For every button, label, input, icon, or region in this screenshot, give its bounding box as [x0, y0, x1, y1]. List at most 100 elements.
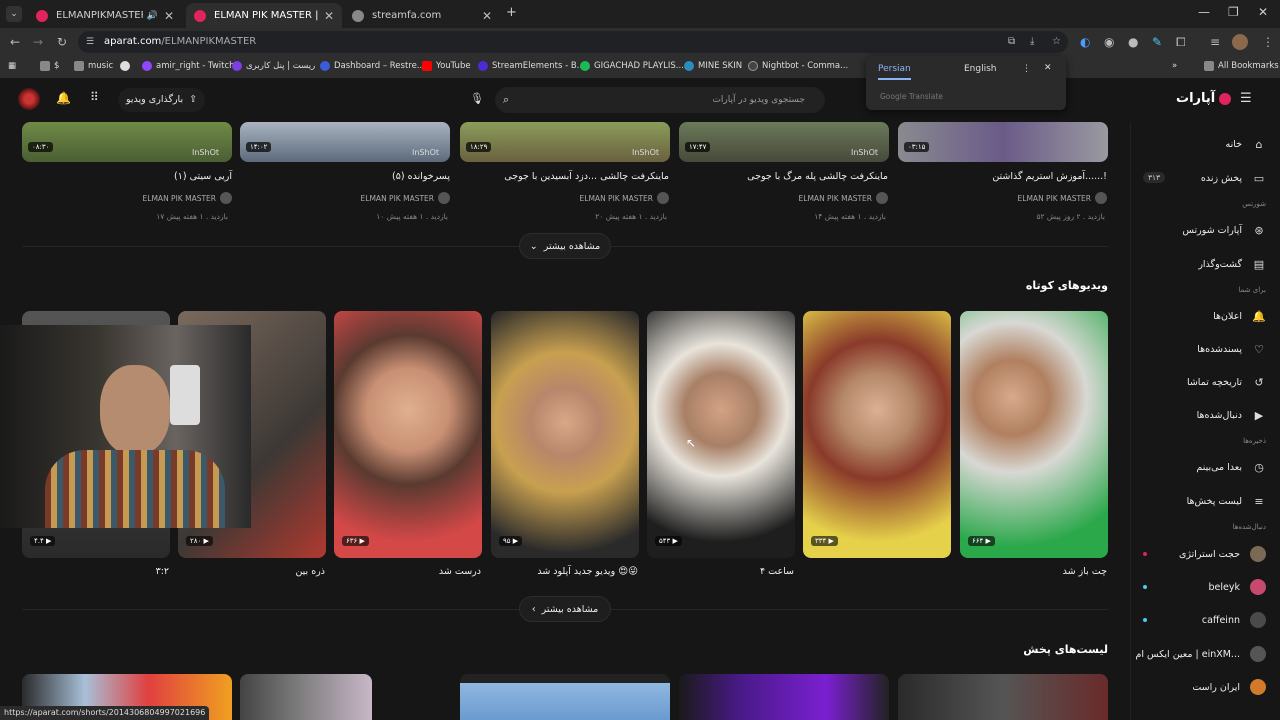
maximize-button[interactable]: ❐ [1228, 5, 1239, 19]
upload-video-button[interactable]: بارگذاری ویدیو ⇪ [118, 88, 206, 112]
sidebar-item-following[interactable]: دنبال‌شده‌ها ▶ [1197, 409, 1266, 422]
sidebar-item-history[interactable]: تاریخچه تماشا ↺ [1187, 376, 1266, 389]
video-thumbnail[interactable]: ۱۸:۲۹ InShOt [460, 122, 670, 162]
address-bar[interactable]: ☰ aparat.com/ELMANPIKMASTER ⧉ ⤓ ☆ [78, 31, 1068, 53]
bell-icon[interactable]: 🔔 [56, 91, 71, 105]
show-more-button[interactable]: ‹ مشاهده بیشتر [519, 596, 611, 622]
video-title[interactable]: آریی سیتی (۱) [174, 171, 232, 182]
sidebar-item-live[interactable]: پخش زنده ▭ [1201, 172, 1266, 185]
close-tab-icon[interactable]: ✕ [482, 9, 492, 23]
short-thumbnail[interactable] [334, 311, 482, 558]
video-title[interactable]: ماینکرفت چالشی ...دزد آبسیدین با جوجی [504, 171, 669, 182]
apps-icon[interactable]: ▦ [8, 61, 16, 71]
video-thumbnail[interactable]: ۱۷:۴۷ InShOt [679, 122, 889, 162]
sidebar-channel[interactable]: caffeinn [1202, 612, 1266, 628]
reload-icon[interactable]: ↻ [57, 35, 67, 49]
extension-icon[interactable]: ✎ [1152, 35, 1162, 49]
translate-menu-icon[interactable]: ⋮ [1022, 64, 1031, 74]
forward-icon[interactable]: → [33, 35, 43, 49]
short-thumbnail[interactable] [491, 311, 639, 558]
tab-streamfa[interactable]: streamfa.com ✕ [344, 3, 500, 28]
short-title[interactable]: ساعت ۴ [760, 566, 794, 577]
sidebar-channel[interactable]: beleyk [1209, 579, 1266, 595]
close-tab-icon[interactable]: ✕ [164, 9, 174, 23]
tab-live[interactable]: ELMANPIKMASTER پخش زنده 🔊 ✕ [28, 3, 182, 28]
audio-icon[interactable]: 🔊 [147, 11, 158, 21]
search-input[interactable]: ⌕ جستجوی ویدیو در آپارات [495, 87, 825, 113]
short-thumbnail[interactable] [960, 311, 1108, 558]
short-title[interactable]: ویدیو جدید آپلود شد 😍😜 [537, 566, 638, 577]
aparat-logo[interactable]: آپارات [1176, 91, 1232, 106]
sidebar-channel[interactable]: ایران راست [1192, 679, 1266, 695]
channel-avatar[interactable] [18, 88, 40, 110]
video-thumbnail[interactable]: ۱۴:۰۲ InShOt [240, 122, 450, 162]
short-title[interactable]: ذره بین [295, 566, 325, 577]
bookmark-item[interactable]: MINE SKIN [684, 61, 742, 71]
bookmark-item[interactable] [120, 61, 134, 71]
translate-target-lang[interactable]: English [964, 64, 997, 74]
short-title[interactable]: درست شد [439, 566, 481, 577]
video-title[interactable]: ماینکرفت چالشی پله مرگ با جوجی [747, 171, 888, 182]
translate-source-lang[interactable]: Persian [878, 64, 911, 80]
bookmark-item[interactable]: ریست | پنل کاربری [232, 61, 315, 71]
bookmark-folder[interactable]: $ [40, 61, 59, 71]
bookmark-item[interactable]: Dashboard – Restre... [320, 61, 425, 71]
bookmark-item[interactable]: amir_right - Twitch [142, 61, 235, 71]
profile-avatar[interactable] [1232, 34, 1248, 50]
site-info-icon[interactable]: ☰ [86, 31, 94, 53]
new-tab-button[interactable]: + [506, 5, 517, 20]
video-thumbnail[interactable]: ۰۸:۳۰ InShOt [22, 122, 232, 162]
video-title[interactable]: آموزش استریم گذاشتن......! [992, 171, 1107, 182]
tab-search-button[interactable]: ⌄ [6, 6, 22, 22]
sidebar-channel[interactable]: معین ایکس ام | einXM... [1136, 646, 1266, 662]
sidebar-item-shorts[interactable]: آپارات شورتس ⊛ [1182, 224, 1266, 237]
playlist-thumbnail[interactable] [679, 674, 889, 720]
sidebar-item-home[interactable]: خانه ⌂ [1225, 138, 1266, 151]
microphone-icon[interactable]: 🎙 [470, 92, 484, 105]
bookmark-item[interactable]: YouTube [422, 61, 471, 71]
video-title[interactable]: پسرخوانده (۵) [392, 171, 450, 182]
bookmark-item[interactable]: GIGACHAD PLAYLIS... [580, 61, 684, 71]
extension-icon[interactable]: ◐ [1080, 35, 1090, 49]
extension-icon[interactable]: ◉ [1104, 35, 1114, 49]
tab-aparat-channel[interactable]: ELMAN PIK MASTER | آپارات ✕ [186, 3, 342, 28]
playlist-thumbnail[interactable] [898, 674, 1108, 720]
sidebar-item-notifications[interactable]: اعلان‌ها 🔔 [1213, 310, 1266, 323]
channel-link[interactable]: ELMAN PIK MASTER [799, 192, 888, 204]
short-title[interactable]: چت باز شد [1063, 566, 1107, 577]
sidebar-item-watch-later[interactable]: بعدا می‌بینم ◷ [1196, 461, 1266, 474]
short-thumbnail[interactable] [803, 311, 951, 558]
bookmark-item[interactable]: StreamElements - B... [478, 61, 585, 71]
chrome-menu-icon[interactable]: ⋮ [1262, 35, 1274, 49]
short-title[interactable]: ۳:۲ [156, 566, 169, 577]
bookmark-folder[interactable]: music [74, 61, 113, 71]
all-bookmarks-folder[interactable]: All Bookmarks [1204, 61, 1279, 71]
sidebar-item-liked[interactable]: پسندشده‌ها ♡ [1197, 343, 1266, 356]
extension-icon[interactable]: ● [1128, 35, 1138, 49]
playlist-thumbnail[interactable] [460, 674, 670, 720]
close-window-button[interactable]: ✕ [1258, 5, 1268, 19]
install-icon[interactable]: ⤓ [1030, 31, 1034, 53]
bookmarks-overflow-icon[interactable]: » [1172, 61, 1177, 71]
back-icon[interactable]: ← [10, 35, 20, 49]
close-icon[interactable]: ✕ [1044, 63, 1052, 73]
extensions-puzzle-icon[interactable]: ⧠ [1176, 35, 1186, 50]
playlist-thumbnail[interactable] [240, 674, 372, 720]
apps-grid-icon[interactable]: ⠿ [90, 90, 99, 104]
reading-list-icon[interactable]: ≡ [1210, 35, 1220, 49]
channel-link[interactable]: ELMAN PIK MASTER [1018, 192, 1107, 204]
channel-link[interactable]: ELMAN PIK MASTER [580, 192, 669, 204]
video-thumbnail[interactable]: ۰۳:۱۵ [898, 122, 1108, 162]
channel-link[interactable]: ELMAN PIK MASTER [143, 192, 232, 204]
translate-icon[interactable]: ⧉ [1008, 31, 1015, 53]
channel-link[interactable]: ELMAN PIK MASTER [361, 192, 450, 204]
close-tab-icon[interactable]: ✕ [324, 9, 334, 23]
hamburger-menu-icon[interactable]: ☰ [1240, 91, 1252, 106]
show-more-button[interactable]: ⌄ مشاهده بیشتر [519, 233, 611, 259]
minimize-button[interactable]: — [1198, 5, 1210, 19]
short-thumbnail[interactable] [647, 311, 795, 558]
sidebar-channel[interactable]: حجت استراتژی [1179, 546, 1266, 562]
bookmark-item[interactable]: Nightbot - Comma... [748, 61, 848, 71]
sidebar-item-explore[interactable]: گشت‌وگذار ▤ [1198, 258, 1266, 271]
search-icon[interactable]: ⌕ [503, 87, 509, 113]
